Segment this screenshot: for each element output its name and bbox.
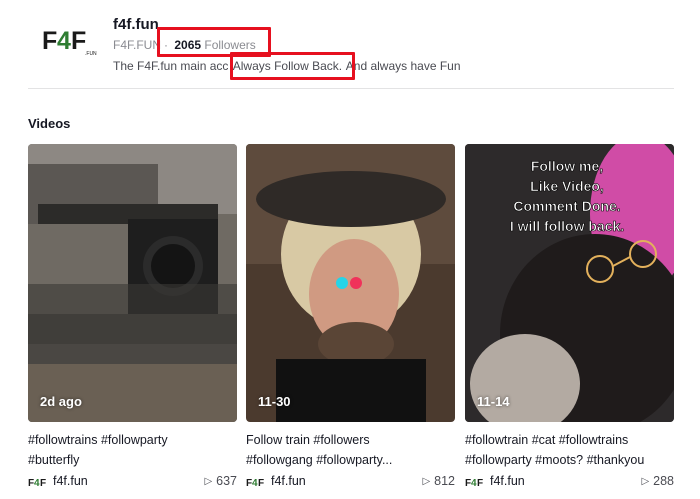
svg-text:F: F [258, 478, 264, 488]
video-meta: F 4 F f4f.fun ▷ 637 [28, 474, 237, 490]
video-caption[interactable]: #followtrains #followparty #butterfly [28, 430, 243, 470]
video-thumbnail[interactable]: 2d ago [28, 144, 237, 422]
caption-line-1[interactable]: #followtrains #followparty [28, 430, 243, 450]
svg-text:F: F [42, 27, 57, 55]
profile-avatar[interactable]: F 4 F .FUN [40, 22, 98, 58]
video-card[interactable]: 11-30 Follow train #followers #followgan… [246, 144, 455, 488]
svg-text:F: F [71, 27, 86, 55]
bio-prefix: The F4F.fun main acc [113, 59, 229, 73]
video-card[interactable]: Follow me, Like Video, Comment Done. I w… [465, 144, 674, 488]
author-avatar-icon[interactable]: F 4 F [465, 476, 486, 488]
views-count: 637 [216, 474, 237, 488]
profile-handle: F4F.FUN [113, 38, 161, 52]
image-text-line: Comment Done. [513, 198, 620, 214]
views-count: 812 [434, 474, 455, 488]
caption-line-2[interactable]: #followparty #moots? #thankyou [465, 450, 680, 470]
profile-header: F 4 F .FUN f4f.fun F4F.FUN · 2065 Followe… [0, 0, 700, 100]
video-thumbnail[interactable]: 11-30 [246, 144, 455, 422]
svg-text:.FUN: .FUN [85, 51, 97, 57]
video-views: ▷ 812 [422, 474, 455, 488]
f4f-logo-icon: F 4 F .FUN [42, 27, 97, 57]
video-author[interactable]: f4f.fun [271, 474, 306, 488]
caption-line-1[interactable]: #followtrain #cat #followtrains [465, 430, 680, 450]
play-icon: ▷ [641, 476, 650, 487]
svg-text:4: 4 [57, 27, 71, 55]
person-thumbnail-image [246, 144, 455, 422]
video-date-overlay: 2d ago [40, 394, 82, 409]
play-icon: ▷ [422, 476, 431, 487]
image-text-line: Like Video, [530, 178, 604, 194]
caption-line-2[interactable]: #butterfly [28, 450, 243, 470]
video-meta: F 4 F f4f.fun ▷ 812 [246, 474, 455, 490]
printer-thumbnail-image [28, 144, 237, 422]
header-divider [28, 88, 674, 89]
videos-section-title: Videos [28, 116, 71, 131]
caption-line-2[interactable]: #followgang #followparty... [246, 450, 461, 470]
cat-thumbnail-image: Follow me, Like Video, Comment Done. I w… [465, 144, 674, 422]
author-avatar-icon[interactable]: F 4 F [246, 476, 267, 488]
video-caption[interactable]: Follow train #followers #followgang #fol… [246, 430, 461, 470]
video-author[interactable]: f4f.fun [53, 474, 88, 488]
highlight-box-bio [230, 52, 355, 80]
video-thumbnail[interactable]: Follow me, Like Video, Comment Done. I w… [465, 144, 674, 422]
video-views: ▷ 637 [204, 474, 237, 488]
image-text-line: I will follow back. [510, 218, 624, 234]
svg-text:F: F [477, 478, 483, 488]
video-views: ▷ 288 [641, 474, 674, 488]
video-author[interactable]: f4f.fun [490, 474, 525, 488]
caption-line-1[interactable]: Follow train #followers [246, 430, 461, 450]
bio-suffix: And always have Fun [345, 59, 461, 73]
video-caption[interactable]: #followtrain #cat #followtrains #followp… [465, 430, 680, 470]
video-card[interactable]: 2d ago #followtrains #followparty #butte… [28, 144, 237, 488]
video-date-overlay: 11-14 [477, 394, 510, 409]
image-text-line: Follow me, [531, 158, 603, 174]
svg-text:F: F [40, 478, 46, 488]
video-date-overlay: 11-30 [258, 394, 291, 409]
views-count: 288 [653, 474, 674, 488]
author-avatar-icon[interactable]: F 4 F [28, 476, 49, 488]
video-meta: F 4 F f4f.fun ▷ 288 [465, 474, 674, 490]
profile-name[interactable]: f4f.fun [113, 16, 159, 33]
play-icon: ▷ [204, 476, 213, 487]
